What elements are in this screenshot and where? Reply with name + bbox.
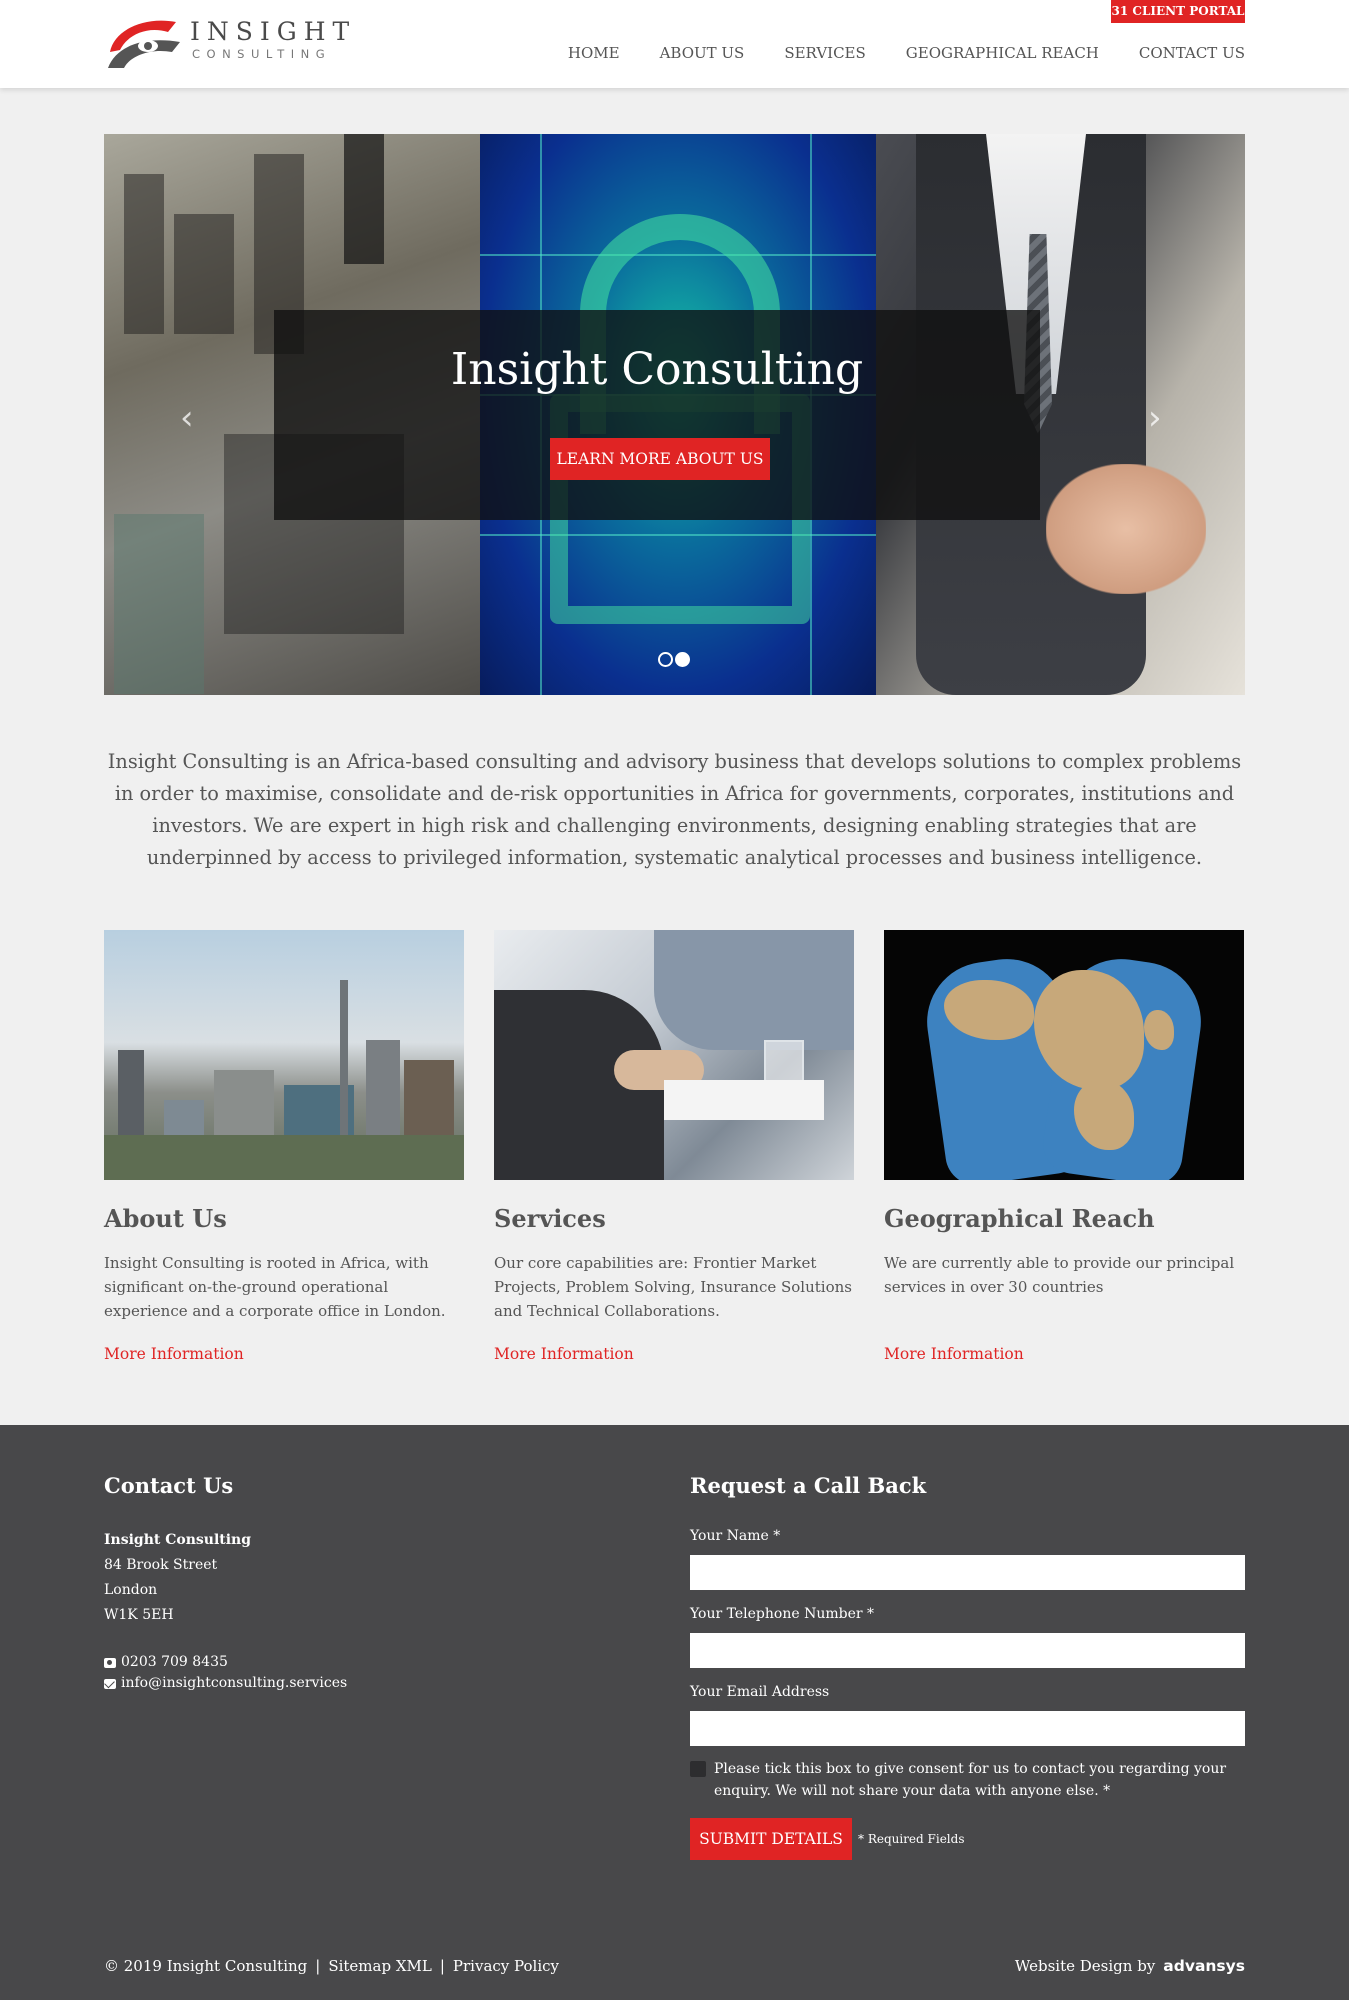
more-information-link[interactable]: More Information [884,1345,1244,1363]
card-title: Services [494,1204,606,1233]
slider-dots [658,652,690,667]
contact-address: Insight Consulting 84 Brook Street Londo… [104,1528,604,1628]
footer-links: © 2019 Insight Consulting | Sitemap XML … [104,1957,559,1975]
card-text: We are currently able to provide our pri… [884,1254,1235,1296]
sitemap-link[interactable]: Sitemap XML [328,1957,432,1975]
address-line: 84 Brook Street [104,1557,218,1573]
slider-dot-1[interactable] [658,652,673,667]
insight-eye-logo-icon [108,20,180,68]
card-text: Our core capabilities are: Frontier Mark… [494,1254,852,1320]
site-header: INSIGHT CONSULTING 31 CLIENT PORTAL HOME… [0,0,1349,88]
nairobi-skyline-image [104,930,464,1180]
separator: | [315,1957,321,1975]
site-footer: Contact Us Insight Consulting 84 Brook S… [0,1425,1349,2000]
advansys-logo: advansys [1163,1957,1245,1975]
logo-subtitle: CONSULTING [192,47,332,61]
logo-text: INSIGHT CONSULTING [190,18,356,62]
contact-heading: Contact Us [104,1473,234,1498]
hero-slider[interactable]: Insight Consulting LEARN MORE ABOUT US ‹… [104,134,1245,695]
more-information-link[interactable]: More Information [494,1345,854,1363]
more-information-link[interactable]: More Information [104,1345,464,1363]
phone-number: 0203 709 8435 [121,1654,228,1670]
nav-about-us[interactable]: ABOUT US [660,44,745,62]
footer-contact: Contact Us Insight Consulting 84 Brook S… [104,1473,604,1694]
design-credit[interactable]: Website Design by advansys [1015,1957,1245,1975]
business-meeting-image [494,930,854,1180]
card-services: Services Our core capabilities are: Fron… [494,930,854,1363]
main-nav: HOME ABOUT US SERVICES GEOGRAPHICAL REAC… [568,44,1245,62]
nav-geographical-reach[interactable]: GEOGRAPHICAL REACH [906,44,1099,62]
card-geographical-reach: Geographical Reach We are currently able… [884,930,1244,1363]
separator: | [439,1957,445,1975]
site-logo[interactable]: INSIGHT CONSULTING [104,12,349,74]
card-text: Insight Consulting is rooted in Africa, … [104,1254,446,1320]
consent-text: Please tick this box to give consent for… [714,1761,1227,1799]
email-field[interactable] [690,1711,1245,1746]
consent-row: Please tick this box to give consent for… [690,1758,1245,1802]
contact-email[interactable]: info@insightconsulting.services [104,1673,604,1694]
chevron-left-icon[interactable]: ‹ [180,398,194,438]
submit-row: SUBMIT DETAILS * Required Fields [690,1818,1245,1860]
nav-services[interactable]: SERVICES [784,44,865,62]
logo-word: INSIGHT [190,17,357,46]
contact-phone[interactable]: 0203 709 8435 [104,1652,604,1673]
copyright-text: © 2019 Insight Consulting [104,1957,308,1975]
consent-checkbox[interactable] [690,1761,706,1777]
privacy-policy-link[interactable]: Privacy Policy [453,1957,559,1975]
nav-contact-us[interactable]: CONTACT US [1139,44,1245,62]
client-portal-button[interactable]: 31 CLIENT PORTAL [1111,0,1245,23]
address-line: London [104,1582,158,1598]
nav-home[interactable]: HOME [568,44,620,62]
submit-details-button[interactable]: SUBMIT DETAILS [690,1818,852,1860]
footer-bottom-bar: © 2019 Insight Consulting | Sitemap XML … [104,1957,1245,1975]
africa-hands-image [884,930,1244,1180]
credit-text: Website Design by [1014,1957,1156,1975]
card-title: About Us [104,1204,227,1233]
phone-icon [104,1657,116,1668]
address-line: W1K 5EH [104,1607,174,1623]
callback-form: Request a Call Back Your Name * Your Tel… [690,1473,1245,1860]
company-name: Insight Consulting [104,1532,252,1548]
email-label: Your Email Address [690,1684,830,1700]
card-title: Geographical Reach [884,1204,1155,1233]
learn-more-button[interactable]: LEARN MORE ABOUT US [550,438,770,480]
slider-dot-2[interactable] [675,652,690,667]
intro-paragraph: Insight Consulting is an Africa-based co… [107,750,1242,869]
telephone-field[interactable] [690,1633,1245,1668]
hero-caption: Insight Consulting LEARN MORE ABOUT US [274,310,1040,520]
envelope-icon [104,1678,116,1689]
hero-title: Insight Consulting [450,344,864,395]
email-address: info@insightconsulting.services [121,1675,348,1691]
required-fields-note: * Required Fields [858,1832,965,1846]
chevron-right-icon[interactable]: › [1148,398,1162,438]
form-heading: Request a Call Back [690,1473,927,1498]
card-about-us: About Us Insight Consulting is rooted in… [104,930,464,1363]
name-field[interactable] [690,1555,1245,1590]
name-label: Your Name * [690,1528,781,1544]
telephone-label: Your Telephone Number * [690,1606,875,1622]
